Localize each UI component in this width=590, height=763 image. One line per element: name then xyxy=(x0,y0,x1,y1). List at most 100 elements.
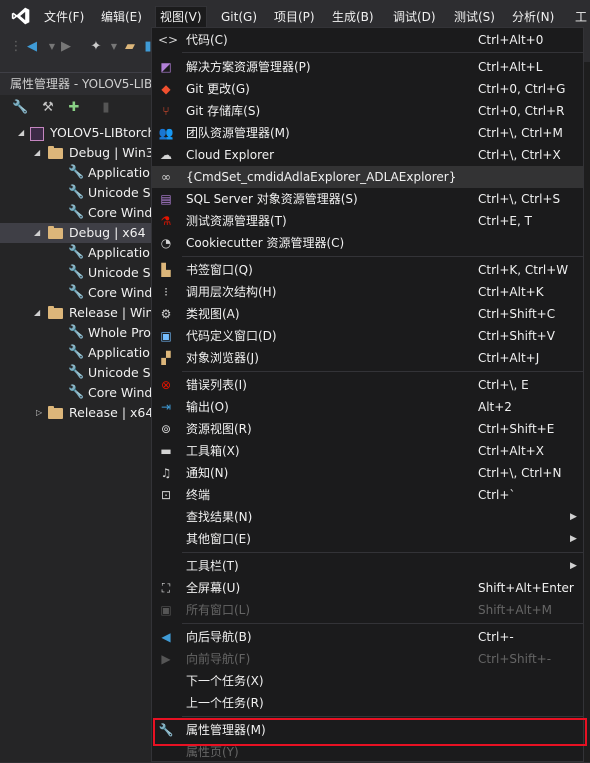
expand-arrow-icon[interactable]: ◢ xyxy=(34,303,40,323)
menu-item-previous-task[interactable]: 上一个任务(R) xyxy=(152,692,583,714)
navigate-back-icon[interactable]: ◀ xyxy=(24,39,40,55)
expand-arrow-icon[interactable]: ◢ xyxy=(18,123,24,143)
tree-row-sheet[interactable]: 🔧 Core Windows xyxy=(0,283,152,303)
bell-icon: ♫ xyxy=(160,466,172,480)
menu-item-class-view[interactable]: ⚙ 类视图(A) Ctrl+Shift+C xyxy=(152,303,583,325)
test-explorer-icon: ⚗ xyxy=(160,214,172,228)
wrench-icon[interactable]: 🔧 xyxy=(12,100,28,116)
collapse-arrow-icon[interactable]: ▷ xyxy=(36,403,42,423)
expand-arrow-icon[interactable]: ◢ xyxy=(34,223,40,243)
expand-arrow-icon[interactable]: ◢ xyxy=(34,143,40,163)
code-definition-icon: ▣ xyxy=(160,329,172,343)
menu-item-toolbars[interactable]: 工具栏(T) ▶ xyxy=(152,555,583,577)
tree-label: Debug | Win32 xyxy=(69,145,152,160)
tree-row-sheet[interactable]: 🔧 Core Windows xyxy=(0,203,152,223)
menu-item-sql-server-explorer[interactable]: ▤ SQL Server 对象资源管理器(S) Ctrl+\, Ctrl+S xyxy=(152,188,583,210)
menu-project[interactable]: 项目(P) xyxy=(274,7,315,27)
menu-item-call-hierarchy[interactable]: ⁝ 调用层次结构(H) Ctrl+Alt+K xyxy=(152,281,583,303)
wrench-icon: 🔧 xyxy=(68,185,85,200)
menu-item-team-explorer[interactable]: 👥 团队资源管理器(M) Ctrl+\, Ctrl+M xyxy=(152,122,583,144)
tree-row-project[interactable]: ◢ YOLOV5-LIBtorch xyxy=(0,123,152,143)
tree-row-sheet[interactable]: 🔧 Application xyxy=(0,243,152,263)
menu-build[interactable]: 生成(B) xyxy=(332,7,374,27)
menu-item-output[interactable]: ⇥ 输出(O) Alt+2 xyxy=(152,396,583,418)
menu-tools[interactable]: 工 xyxy=(575,7,587,27)
save-sheet-icon[interactable]: ▮ xyxy=(98,100,114,116)
menu-item-resource-view[interactable]: ⊚ 资源视图(R) Ctrl+Shift+E xyxy=(152,418,583,440)
menu-analyze[interactable]: 分析(N) xyxy=(512,7,554,27)
menu-item-code[interactable]: <> 代码(C) Ctrl+Alt+0 xyxy=(152,29,583,51)
open-folder-icon[interactable]: ▰ xyxy=(122,39,138,55)
view-menu-dropdown: <> 代码(C) Ctrl+Alt+0 ◩ 解决方案资源管理器(P) Ctrl+… xyxy=(151,27,584,762)
wrench-icon: 🔧 xyxy=(68,165,85,180)
menu-item-next-task[interactable]: 下一个任务(X) xyxy=(152,670,583,692)
menu-test[interactable]: 测试(S) xyxy=(454,7,495,27)
menu-item-other-windows[interactable]: 其他窗口(E) ▶ xyxy=(152,528,583,550)
menu-view[interactable]: 视图(V) xyxy=(155,6,207,27)
tree-label: Unicode Support xyxy=(88,185,152,200)
menu-item-test-explorer[interactable]: ⚗ 测试资源管理器(T) Ctrl+E, T xyxy=(152,210,583,232)
wrench-icon: 🔧 xyxy=(68,365,85,380)
menu-item-git-repository[interactable]: ⑂ Git 存储库(S) Ctrl+0, Ctrl+R xyxy=(152,100,583,122)
panel-toolbar: 🔧 ⚒ ✚ ▮ xyxy=(0,95,152,121)
wrench-icon: 🔧 xyxy=(68,265,85,280)
wrench-icon: 🔧 xyxy=(68,345,85,360)
menu-item-cookiecutter-explorer[interactable]: ◔ Cookiecutter 资源管理器(C) xyxy=(152,232,583,254)
menu-item-navigate-forward[interactable]: ▶ 向前导航(F) Ctrl+Shift+- xyxy=(152,648,583,670)
tree-row-sheet[interactable]: 🔧 Unicode Support xyxy=(0,363,152,383)
menu-item-terminal[interactable]: ⊡ 终端 Ctrl+` xyxy=(152,484,583,506)
tree-row-sheet[interactable]: 🔧 Whole Program xyxy=(0,323,152,343)
tree-row-config[interactable]: ◢ Debug | x64 xyxy=(0,223,152,243)
toolbox-icon: ▬ xyxy=(160,444,172,458)
menu-item-notifications[interactable]: ♫ 通知(N) Ctrl+\, Ctrl+N xyxy=(152,462,583,484)
menu-item-full-screen[interactable]: ⛶ 全屏幕(U) Shift+Alt+Enter xyxy=(152,577,583,599)
menu-item-bookmark-window[interactable]: ▙ 书签窗口(Q) Ctrl+K, Ctrl+W xyxy=(152,259,583,281)
menu-item-error-list[interactable]: ⊗ 错误列表(I) Ctrl+\, E xyxy=(152,374,583,396)
tree-row-config[interactable]: ◢ Debug | Win32 xyxy=(0,143,152,163)
tree-row-sheet[interactable]: 🔧 Unicode Support xyxy=(0,183,152,203)
tree-label: Release | Win32 xyxy=(69,305,152,320)
menu-item-object-browser[interactable]: ▞ 对象浏览器(J) Ctrl+Alt+J xyxy=(152,347,583,369)
navigate-back-icon: ◀ xyxy=(161,630,171,644)
menu-item-toolbox[interactable]: ▬ 工具箱(X) Ctrl+Alt+X xyxy=(152,440,583,462)
tree-label: Core Windows xyxy=(88,385,152,400)
add-existing-sheet-icon[interactable]: ⚒ xyxy=(40,100,56,116)
menu-file[interactable]: 文件(F) xyxy=(44,7,84,27)
menu-item-all-windows[interactable]: ▣ 所有窗口(L) Shift+Alt+M xyxy=(152,599,583,621)
menu-item-navigate-back[interactable]: ◀ 向后导航(B) Ctrl+- xyxy=(152,626,583,648)
menu-edit[interactable]: 编辑(E) xyxy=(101,7,142,27)
navigate-forward-icon[interactable]: ▶ xyxy=(58,39,74,55)
menu-debug[interactable]: 调试(D) xyxy=(393,7,436,27)
object-browser-icon: ▞ xyxy=(161,351,171,365)
menu-item-cloud-explorer[interactable]: ☁ Cloud Explorer Ctrl+\, Ctrl+X xyxy=(152,144,583,166)
code-icon: <> xyxy=(158,33,179,47)
tree-row-sheet[interactable]: 🔧 Application xyxy=(0,343,152,363)
git-changes-icon: ◆ xyxy=(161,82,171,96)
menu-separator xyxy=(182,256,583,257)
tree-label: Release | x64 xyxy=(69,405,152,420)
wrench-icon: 🔧 xyxy=(68,245,85,260)
tree-row-sheet[interactable]: 🔧 Core Windows xyxy=(0,383,152,403)
menu-item-adla-explorer[interactable]: ∞ {CmdSet_cmdidAdlaExplorer_ADLAExplorer… xyxy=(152,166,583,188)
tree-label: Debug | x64 xyxy=(69,225,146,240)
tree-row-config[interactable]: ◢ Release | Win32 xyxy=(0,303,152,323)
add-new-sheet-icon[interactable]: ✚ xyxy=(66,100,82,116)
tree-label: Application xyxy=(88,245,152,260)
tree-row-config[interactable]: ▷ Release | x64 xyxy=(0,403,152,423)
panel-title: 属性管理器 - YOLOV5-LIBtorch xyxy=(0,72,152,95)
folder-icon xyxy=(48,226,63,239)
dropdown-arrow-icon[interactable]: ▼ xyxy=(106,39,122,55)
menu-item-solution-explorer[interactable]: ◩ 解决方案资源管理器(P) Ctrl+Alt+L xyxy=(152,56,583,78)
menu-git[interactable]: Git(G) xyxy=(221,7,257,27)
terminal-icon: ⊡ xyxy=(160,488,172,502)
tree-label: Unicode Support xyxy=(88,365,152,380)
new-item-icon[interactable]: ✦ xyxy=(88,39,104,55)
tree-row-sheet[interactable]: 🔧 Unicode Support xyxy=(0,263,152,283)
resource-view-icon: ⊚ xyxy=(160,422,172,436)
menu-item-git-changes[interactable]: ◆ Git 更改(G) Ctrl+0, Ctrl+G xyxy=(152,78,583,100)
menu-separator xyxy=(182,52,583,53)
menu-item-find-results[interactable]: 查找结果(N) ▶ xyxy=(152,506,583,528)
call-hierarchy-icon: ⁝ xyxy=(164,285,168,299)
tree-row-sheet[interactable]: 🔧 Application xyxy=(0,163,152,183)
menu-item-code-definition[interactable]: ▣ 代码定义窗口(D) Ctrl+Shift+V xyxy=(152,325,583,347)
